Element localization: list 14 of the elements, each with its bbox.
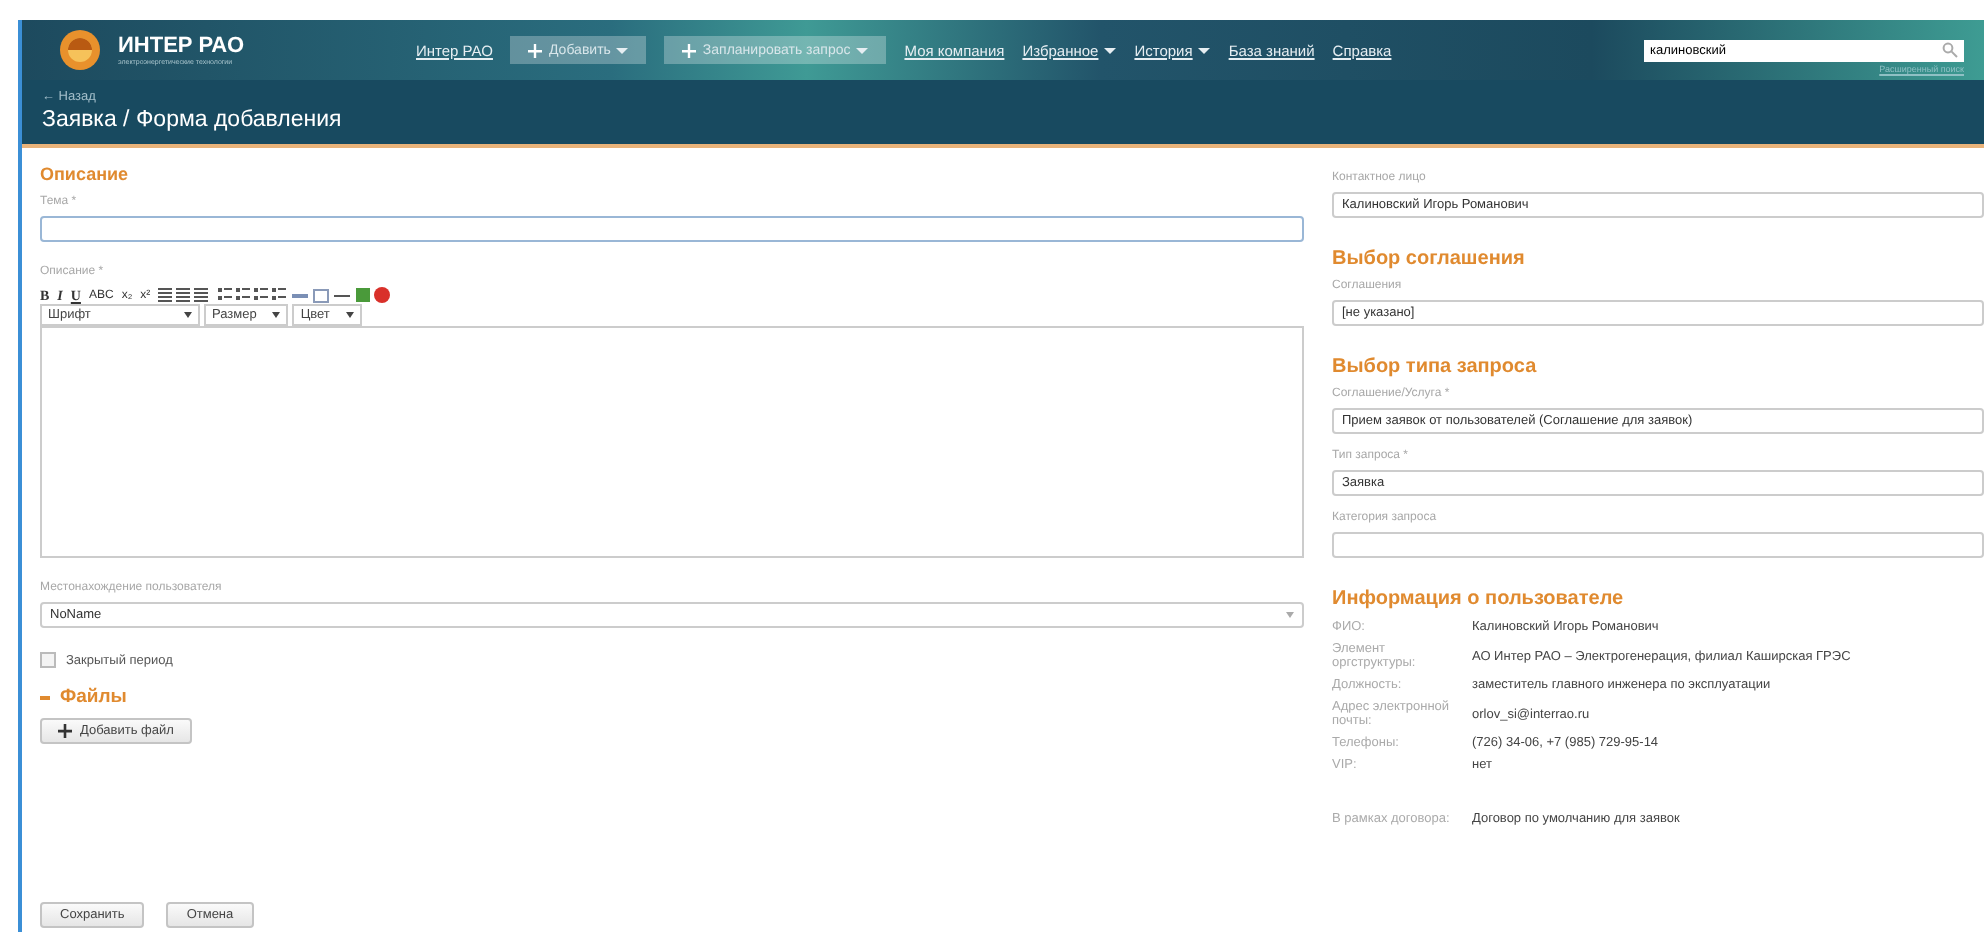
checkbox[interactable]	[40, 652, 56, 668]
search-icon	[1942, 42, 1958, 58]
plus-icon	[58, 724, 72, 738]
plus-icon	[528, 43, 543, 57]
section-title: Выбор типа запроса	[1332, 356, 1539, 378]
section-title: Информация о пользователе	[1332, 588, 1626, 610]
plus-icon	[682, 43, 697, 57]
request-field[interactable]	[1332, 532, 1984, 558]
section-title: Описание	[40, 164, 131, 184]
page-title: Заявка / Форма добавления	[42, 108, 344, 132]
section-title: Выбор соглашения	[1332, 248, 1527, 270]
logo-text: ИНТЕР РАО	[118, 33, 245, 57]
description-editor[interactable]	[40, 326, 1304, 558]
subject-field[interactable]	[40, 216, 1304, 242]
